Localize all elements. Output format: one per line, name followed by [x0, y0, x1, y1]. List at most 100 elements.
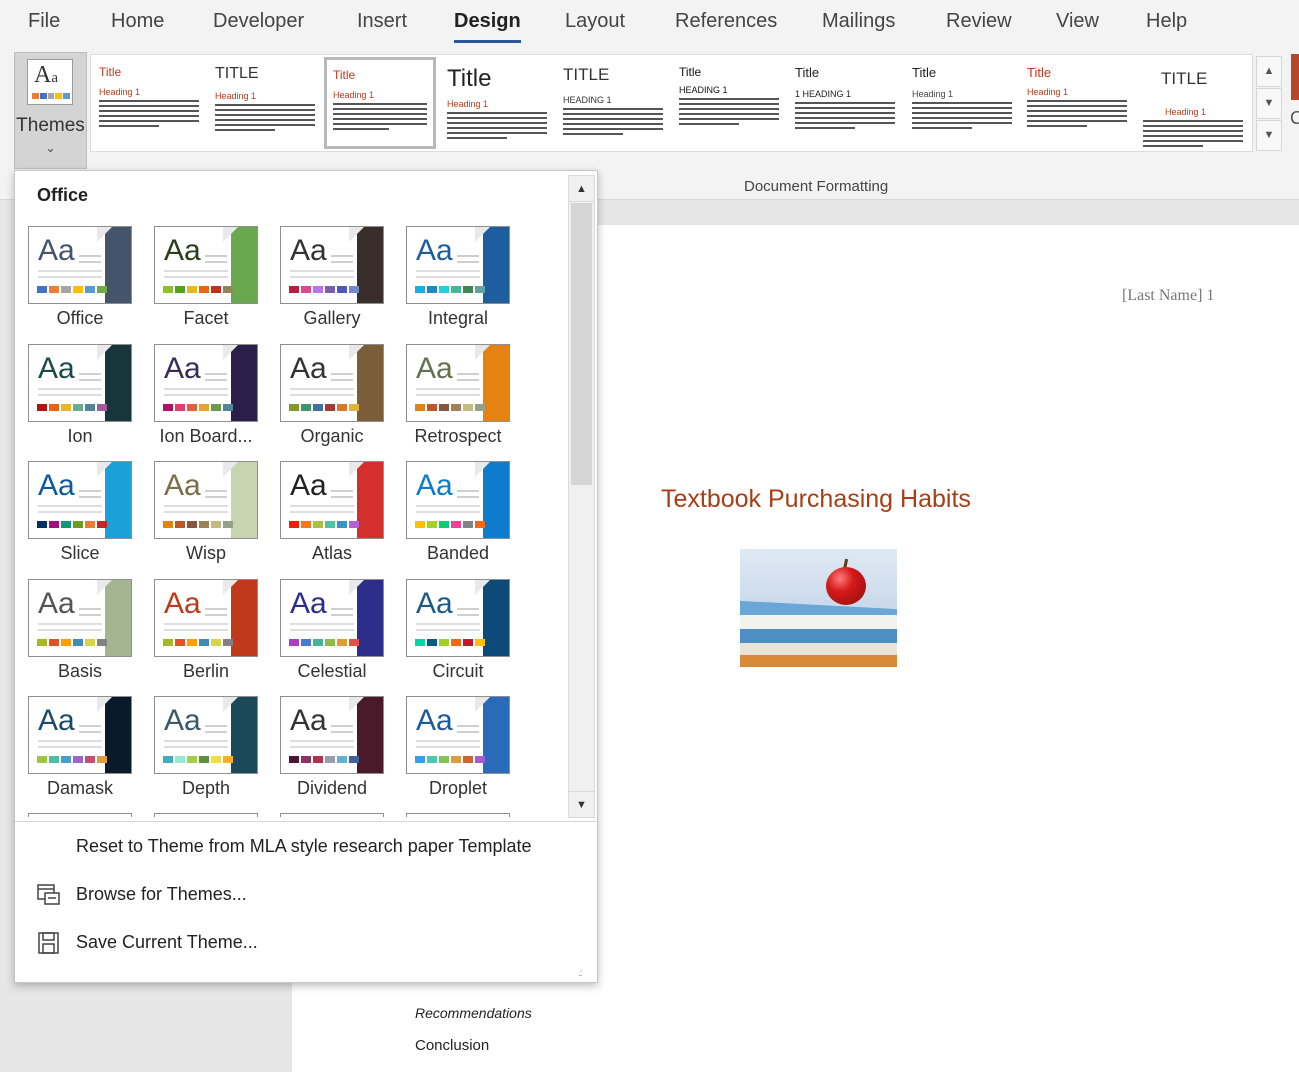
style-set-2[interactable]: TITLE Heading 1 — [209, 57, 321, 149]
apple-shape — [826, 567, 866, 605]
theme-gallery[interactable]: Aa Gallery — [280, 226, 384, 338]
theme-atlas[interactable]: Aa Atlas — [280, 461, 384, 573]
style-set-9[interactable]: Title Heading 1 — [1021, 57, 1133, 149]
gallery-scroll-down-button[interactable]: ▼ — [1256, 88, 1282, 119]
style-set-7[interactable]: Title 1 HEADING 1 — [789, 57, 901, 149]
header-last-name[interactable]: [Last Name] 1 — [1122, 287, 1214, 305]
theme-name: Ion Board... — [159, 426, 253, 446]
theme-name: Dividend — [296, 778, 368, 798]
style-set-10[interactable]: TITLE Heading 1 — [1137, 57, 1249, 149]
preview-line — [416, 388, 480, 390]
themes-scrollbar[interactable]: ▲ ▼ — [568, 175, 595, 818]
tab-mailings[interactable]: Mailings — [822, 10, 895, 33]
theme-dividend[interactable]: Aa Dividend — [280, 696, 384, 808]
theme-celestial[interactable]: Aa Celestial — [280, 579, 384, 691]
tab-references[interactable]: References — [675, 10, 777, 33]
themes-button[interactable]: Aa Themes ⌄ — [14, 52, 87, 169]
theme-circuit[interactable]: Aa Circuit — [406, 579, 510, 691]
gallery-more-button[interactable]: ▼ — [1256, 120, 1282, 151]
preview-line — [457, 614, 479, 616]
reset-theme-label: Reset to Theme from MLA style research p… — [76, 836, 532, 856]
toc-conclusion[interactable]: Conclusion — [415, 1037, 489, 1054]
tab-review[interactable]: Review — [946, 10, 1012, 33]
theme-color-swatches — [163, 404, 233, 411]
tab-insert[interactable]: Insert — [357, 10, 407, 33]
theme-name: Circuit — [432, 661, 484, 681]
theme-basis[interactable]: Aa Basis — [28, 579, 132, 691]
theme-retrospect[interactable]: Aa Retrospect — [406, 344, 510, 456]
theme-color-swatches — [37, 286, 107, 293]
theme-slice[interactable]: Aa Slice — [28, 461, 132, 573]
preview-line — [457, 490, 479, 492]
preview-line — [38, 746, 102, 748]
tab-file[interactable]: File — [28, 10, 60, 33]
preview-line — [205, 490, 227, 492]
theme-organic[interactable]: Aa Organic — [280, 344, 384, 456]
theme-font-sample: Aa — [416, 352, 453, 385]
theme-name: Slice — [60, 543, 100, 563]
style-set-8[interactable]: Title Heading 1 — [906, 57, 1018, 149]
style-set-body-lines — [563, 108, 663, 138]
theme-wisp[interactable]: Aa Wisp — [154, 461, 258, 573]
tab-design[interactable]: Design — [454, 10, 521, 43]
theme-depth[interactable]: Aa Depth — [154, 696, 258, 808]
colors-icon[interactable] — [1291, 54, 1299, 100]
preview-line — [164, 270, 228, 272]
toc-recommendations[interactable]: Recommendations — [415, 1005, 532, 1021]
apple-books-image[interactable] — [740, 549, 897, 667]
browse-themes-icon — [37, 884, 60, 905]
theme-font-sample: Aa — [164, 234, 201, 267]
tab-developer[interactable]: Developer — [213, 10, 304, 33]
preview-line — [164, 740, 228, 742]
theme-ion-board[interactable]: Aa Ion Board... — [154, 344, 258, 456]
theme-font-sample: Aa — [164, 704, 201, 737]
preview-line — [205, 614, 227, 616]
theme-font-sample: Aa — [416, 587, 453, 620]
style-set-6[interactable]: Title HEADING 1 — [673, 57, 785, 149]
tab-view[interactable]: View — [1056, 10, 1099, 33]
style-set-3[interactable]: Title Heading 1 — [324, 57, 436, 149]
scroll-down-button[interactable]: ▼ — [569, 791, 594, 817]
theme-name: Gallery — [303, 308, 361, 328]
preview-line — [79, 725, 101, 727]
style-set-1[interactable]: Title Heading 1 — [93, 57, 205, 149]
preview-line — [290, 505, 354, 507]
tab-layout[interactable]: Layout — [565, 10, 625, 33]
resize-grip-icon[interactable]: .: — [578, 968, 582, 979]
theme-preview: Aa — [28, 461, 132, 539]
tab-home[interactable]: Home — [111, 10, 164, 33]
preview-line — [164, 511, 228, 513]
save-theme-item[interactable]: Save Current Theme... — [76, 932, 258, 953]
theme-preview: Aa — [280, 226, 384, 304]
theme-font-sample: Aa — [38, 469, 75, 502]
page-fold — [475, 462, 491, 477]
page-fold — [349, 345, 365, 360]
themes-icon: Aa — [27, 59, 73, 105]
theme-font-sample: Aa — [290, 352, 327, 385]
gallery-scroll-up-button[interactable]: ▲ — [1256, 56, 1282, 87]
preview-line — [331, 496, 353, 498]
scroll-up-button[interactable]: ▲ — [569, 176, 594, 202]
theme-office[interactable]: Aa Office — [28, 226, 132, 338]
theme-facet[interactable]: Aa Facet — [154, 226, 258, 338]
theme-damask[interactable]: Aa Damask — [28, 696, 132, 808]
preview-line — [290, 394, 354, 396]
theme-banded[interactable]: Aa Banded — [406, 461, 510, 573]
theme-droplet[interactable]: Aa Droplet — [406, 696, 510, 808]
theme-preview: Aa — [280, 344, 384, 422]
theme-integral[interactable]: Aa Integral — [406, 226, 510, 338]
preview-line — [290, 629, 354, 631]
preview-line — [331, 373, 353, 375]
tab-help[interactable]: Help — [1146, 10, 1187, 33]
theme-ion[interactable]: Aa Ion — [28, 344, 132, 456]
preview-line — [290, 388, 354, 390]
browse-themes-item[interactable]: Browse for Themes... — [76, 884, 247, 905]
theme-berlin[interactable]: Aa Berlin — [154, 579, 258, 691]
theme-preview: Aa — [154, 226, 258, 304]
document-title[interactable]: Textbook Purchasing Habits — [661, 485, 971, 514]
style-set-4[interactable]: Title Heading 1 — [441, 57, 553, 149]
reset-theme-item[interactable]: Reset to Theme from MLA style research p… — [76, 836, 532, 857]
style-set-5[interactable]: TITLE HEADING 1 — [557, 57, 669, 149]
style-set-body-lines — [795, 102, 895, 132]
scroll-thumb[interactable] — [571, 203, 592, 485]
